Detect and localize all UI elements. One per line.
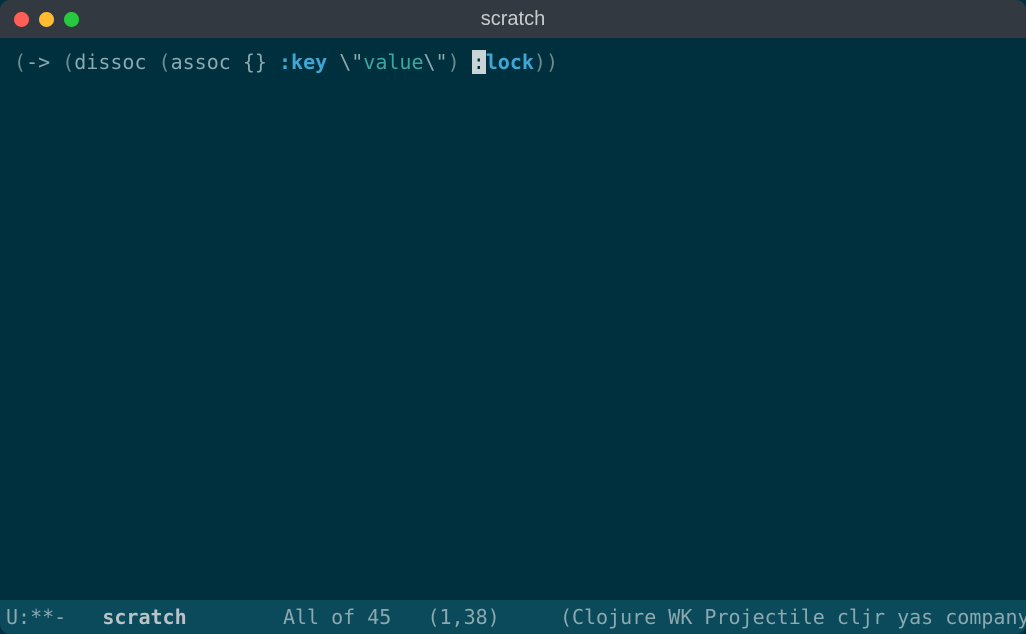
fn-assoc: assoc bbox=[171, 50, 231, 74]
buffer-position: All of 45 bbox=[283, 605, 391, 629]
mode-line: U:**- scratch All of 45 (1,38) (Clojure … bbox=[0, 600, 1026, 634]
close-icon[interactable] bbox=[14, 12, 29, 27]
brace-close: } bbox=[255, 50, 267, 74]
cursor-coords: (1,38) bbox=[427, 605, 499, 629]
string-value: value bbox=[363, 50, 423, 74]
keyword-key: :key bbox=[279, 50, 327, 74]
paren-open: ( bbox=[159, 50, 171, 74]
brace-open: { bbox=[243, 50, 255, 74]
paren-close: ) bbox=[546, 50, 558, 74]
editor-window: scratch (-> (dissoc (assoc {} :key \"val… bbox=[0, 0, 1026, 634]
paren-open: ( bbox=[62, 50, 74, 74]
code-editor[interactable]: (-> (dissoc (assoc {} :key \"value\") :l… bbox=[0, 38, 1026, 600]
maximize-icon[interactable] bbox=[64, 12, 79, 27]
thread-arrow: -> bbox=[26, 50, 50, 74]
fn-dissoc: dissoc bbox=[74, 50, 146, 74]
paren-open: ( bbox=[14, 50, 26, 74]
text-cursor: : bbox=[472, 50, 486, 74]
keyword-lock: lock bbox=[486, 50, 534, 74]
minimize-icon[interactable] bbox=[39, 12, 54, 27]
titlebar: scratch bbox=[0, 0, 1026, 38]
window-title: scratch bbox=[0, 8, 1026, 31]
traffic-lights bbox=[0, 12, 79, 27]
escape-quote: \" bbox=[339, 50, 363, 74]
major-minor-modes: (Clojure WK Projectile cljr yas company bbox=[560, 605, 1026, 629]
buffer-name: scratch bbox=[102, 605, 186, 629]
buffer-state: U:**- bbox=[6, 605, 66, 629]
paren-close: ) bbox=[534, 50, 546, 74]
escape-quote: \" bbox=[424, 50, 448, 74]
paren-close: ) bbox=[448, 50, 460, 74]
